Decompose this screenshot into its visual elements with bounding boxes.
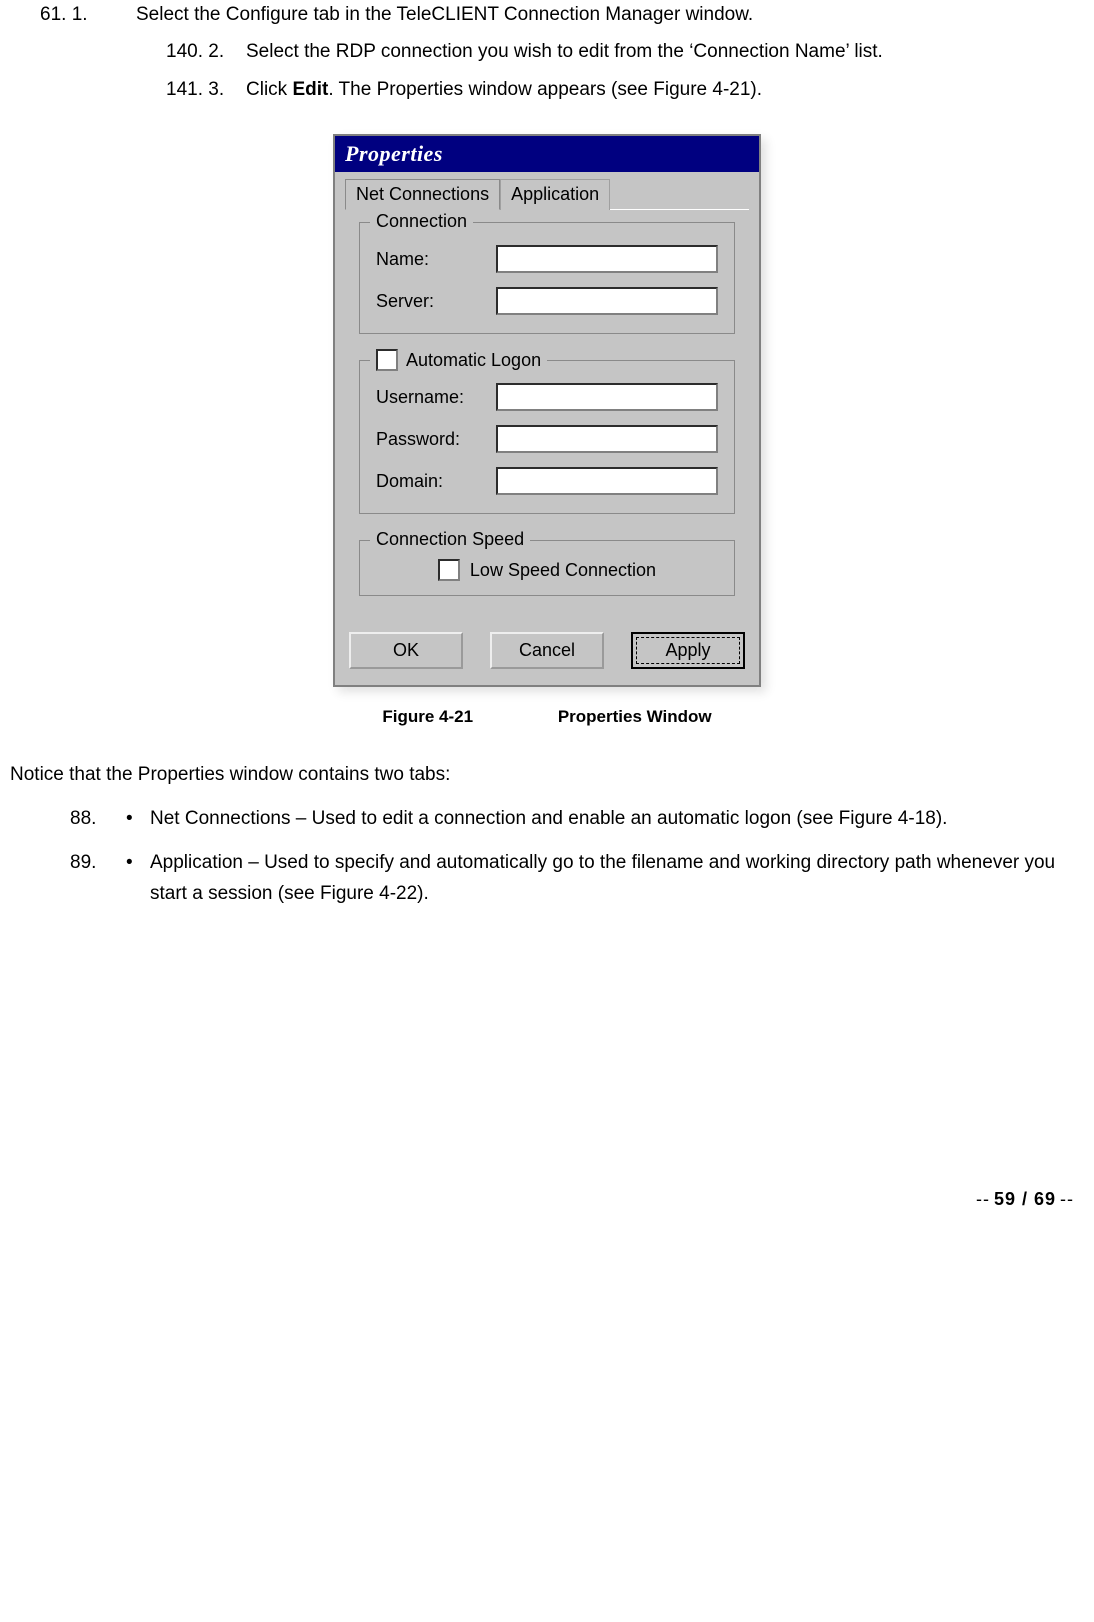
bullet-89-number: 89. xyxy=(70,848,126,909)
page-number-left-dash: -- xyxy=(976,1189,990,1209)
tab-panel: Connection Name: Server: Automatic xyxy=(345,209,749,596)
tab-application[interactable]: Application xyxy=(500,179,610,210)
tabs-row: Net Connections Application xyxy=(335,172,759,209)
step-1-text: Select the Configure tab in the TeleCLIE… xyxy=(136,0,1084,29)
notice-text: Notice that the Properties window contai… xyxy=(10,761,1084,790)
properties-window: Properties Net Connections Application C… xyxy=(333,134,761,687)
button-row: OK Cancel Apply xyxy=(335,622,759,685)
tab-net-connections[interactable]: Net Connections xyxy=(345,179,500,210)
apply-button[interactable]: Apply xyxy=(631,632,745,669)
bullet-88-dot: • xyxy=(126,804,150,834)
name-label: Name: xyxy=(376,249,496,270)
step-3-suffix: . The Properties window appears (see Fig… xyxy=(328,79,762,100)
low-speed-label: Low Speed Connection xyxy=(470,560,656,581)
group-logon-legend: Automatic Logon xyxy=(370,349,547,376)
group-connection-speed: Connection Speed Low Speed Connection xyxy=(359,540,735,596)
step-3-prefix: Click xyxy=(246,79,292,100)
page-number-right-dash: -- xyxy=(1060,1189,1074,1209)
group-speed-legend: Connection Speed xyxy=(370,529,530,550)
figure-caption: Figure 4-21 Properties Window xyxy=(10,707,1084,727)
step-2-number: 140. 2. xyxy=(166,37,246,66)
server-label: Server: xyxy=(376,291,496,312)
window-titlebar: Properties xyxy=(335,136,759,172)
page-number: --59 / 69-- xyxy=(10,1189,1074,1210)
step-1-number: 61. 1. xyxy=(10,0,136,29)
step-3-number: 141. 3. xyxy=(166,75,246,104)
bullet-88-text: Net Connections – Used to edit a connect… xyxy=(150,804,1084,834)
group-automatic-logon: Automatic Logon Username: Password: Doma… xyxy=(359,360,735,514)
step-2: 140. 2. Select the RDP connection you wi… xyxy=(166,37,1084,66)
password-input[interactable] xyxy=(496,425,718,453)
group-connection-legend: Connection xyxy=(370,211,473,232)
step-3-text: Click Edit. The Properties window appear… xyxy=(246,75,1084,104)
step-1: 61. 1. Select the Configure tab in the T… xyxy=(10,0,1084,29)
cancel-button[interactable]: Cancel xyxy=(490,632,604,669)
password-label: Password: xyxy=(376,429,496,450)
page-number-value: 59 / 69 xyxy=(994,1189,1056,1209)
server-input[interactable] xyxy=(496,287,718,315)
figure-title: Properties Window xyxy=(558,707,712,726)
figure-number: Figure 4-21 xyxy=(382,707,473,727)
name-input[interactable] xyxy=(496,245,718,273)
domain-input[interactable] xyxy=(496,467,718,495)
automatic-logon-label: Automatic Logon xyxy=(406,350,541,371)
automatic-logon-checkbox[interactable] xyxy=(376,349,398,371)
bullet-89: 89. • Application – Used to specify and … xyxy=(70,848,1084,909)
username-input[interactable] xyxy=(496,383,718,411)
bullet-89-text: Application – Used to specify and automa… xyxy=(150,848,1084,909)
username-label: Username: xyxy=(376,387,496,408)
low-speed-checkbox[interactable] xyxy=(438,559,460,581)
figure-4-21: Properties Net Connections Application C… xyxy=(10,134,1084,687)
step-3: 141. 3. Click Edit. The Properties windo… xyxy=(166,75,1084,104)
step-2-text: Select the RDP connection you wish to ed… xyxy=(246,37,1084,66)
bullet-88: 88. • Net Connections – Used to edit a c… xyxy=(70,804,1084,834)
group-connection: Connection Name: Server: xyxy=(359,222,735,334)
domain-label: Domain: xyxy=(376,471,496,492)
ok-button[interactable]: OK xyxy=(349,632,463,669)
bullet-88-number: 88. xyxy=(70,804,126,834)
bullet-89-dot: • xyxy=(126,848,150,909)
step-3-bold: Edit xyxy=(292,79,328,100)
